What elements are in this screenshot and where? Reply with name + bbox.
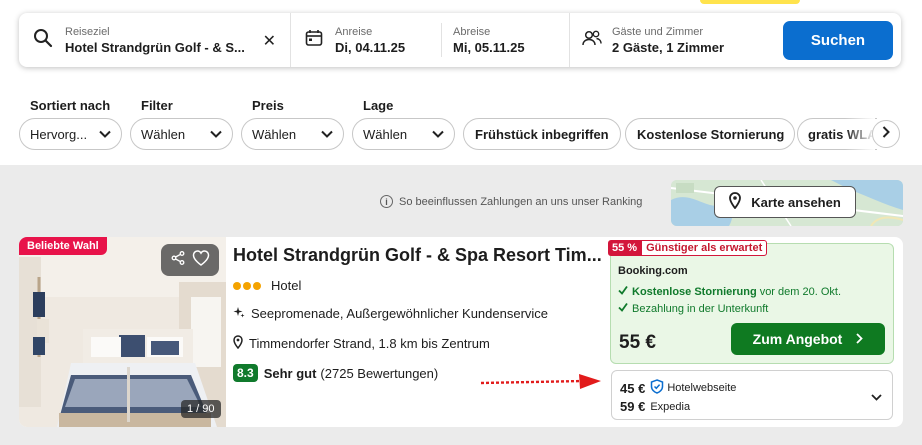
chevron-right-icon [842,331,864,347]
price-value: Wählen [252,126,297,142]
cancellation-bold: Kostenlose Stornierung [632,285,757,298]
calendar-icon [305,29,323,52]
guests-label: Gäste und Zimmer [612,25,704,38]
checkout-field[interactable]: Abreise Mi, 05.11.25 [442,13,570,67]
checkin-label: Anreise [335,25,373,38]
checkin-field[interactable]: Anreise Di, 04.11.25 [291,13,441,67]
chevron-down-icon [99,130,111,138]
hotel-card[interactable]: Beliebte Wahl 1 / 90 Hotel Strandgrün Go… [19,237,903,427]
hotel-location: Timmendorfer Strand, 1.8 km bis Zentrum [233,335,490,352]
deal-price: 55 € [619,332,656,353]
alternative-offers[interactable]: 45 € Hotelwebseite 59 € Expedia [611,370,893,420]
ranking-note[interactable]: i So beeinflussen Zahlungen an uns unser… [380,195,642,208]
rating-score: 8.3 [233,364,258,382]
search-button[interactable]: Suchen [783,21,893,60]
checkmark-icon [618,302,628,315]
chip-free-cancellation[interactable]: Kostenlose Stornierung [625,118,795,150]
view-deal-button[interactable]: Zum Angebot [731,323,885,355]
payment-line: Bezahlung in der Unterkunft [618,302,768,315]
star-dot [233,281,241,290]
alt-offer-price: 45 € [620,380,646,396]
location-pin-icon [233,335,249,352]
payment-text: Bezahlung in der Unterkunft [632,302,769,315]
hotel-features-text: Seepromenade, Außergewöhnlicher Kundense… [251,306,549,321]
guests-icon [582,29,602,52]
search-icon [33,28,53,53]
clear-icon[interactable]: ✕ [263,31,276,51]
map-view-button[interactable]: Karte ansehen [714,186,856,218]
info-icon: i [380,195,393,208]
location-label: Lage [363,98,394,113]
star-dot [253,281,261,290]
checkout-value[interactable]: Mi, 05.11.25 [453,39,525,56]
destination-label: Reiseziel [65,25,110,38]
guests-value[interactable]: 2 Gäste, 1 Zimmer [612,39,724,56]
heart-icon[interactable] [192,249,210,271]
share-icon[interactable] [171,250,185,270]
promo-strip [700,0,800,4]
checkin-value[interactable]: Di, 04.11.25 [335,39,405,56]
hotel-type: Hotel [271,278,302,293]
free-cancellation-line: Kostenlose Stornierung vor dem 20. Okt. [618,285,841,298]
view-deal-label: Zum Angebot [752,331,843,347]
deal-provider: Booking.com [618,265,688,277]
alt-offer-row[interactable]: 59 € Expedia [620,399,690,414]
alt-offer-source: Expedia [650,400,691,413]
sort-label: Sortiert nach [30,98,111,113]
sort-value: Hervorg... [30,126,88,142]
chips-next-button[interactable] [872,120,900,148]
hotel-location-text: Timmendorfer Strand, 1.8 km bis Zentrum [249,336,490,351]
filter-label: Filter [141,98,173,113]
sort-dropdown[interactable]: Hervorg... [19,118,122,150]
guests-field[interactable]: Gäste und Zimmer 2 Gäste, 1 Zimmer [570,13,782,67]
chip-breakfast[interactable]: Frühstück inbegriffen [463,118,621,150]
checkmark-icon [618,285,628,298]
destination-field[interactable]: Reiseziel Hotel Strandgrün Golf - & S...… [19,13,291,67]
ranking-note-text: So beeinflussen Zahlungen an uns unser R… [399,195,643,208]
chevron-down-icon [210,130,222,138]
chevron-down-icon [432,130,444,138]
search-bar: Reiseziel Hotel Strandgrün Golf - & S...… [19,13,901,67]
deal-badges: 55 % Günstiger als erwartet [608,240,768,256]
cancellation-rest: vor dem 20. Okt. [759,285,841,298]
chevron-right-icon [882,125,890,143]
alt-offer-row[interactable]: 45 € Hotelwebseite [620,379,736,397]
alt-offer-source: Hotelwebseite [667,382,737,394]
chevron-down-icon[interactable] [871,388,882,406]
price-dropdown[interactable]: Wählen [241,118,344,150]
discount-badge: 55 % [608,240,642,256]
chips-fade [845,118,875,150]
annotation-arrow [479,372,603,397]
photo-actions [161,244,219,276]
chevron-down-icon [321,130,333,138]
popular-badge: Beliebte Wahl [19,237,107,255]
hotel-name[interactable]: Hotel Strandgrün Golf - & Spa Resort Tim… [233,245,609,266]
location-pin-icon [729,192,751,212]
hotel-stars: Hotel [233,278,301,293]
location-value: Wählen [363,126,408,142]
star-dot [243,281,251,290]
price-label: Preis [252,98,284,113]
rating-word: Sehr gut [263,365,317,381]
hotel-photo[interactable]: Beliebte Wahl 1 / 90 [19,237,226,427]
destination-value[interactable]: Hotel Strandgrün Golf - & S... [65,39,251,56]
hotel-features: Seepromenade, Außergewöhnlicher Kundense… [233,306,548,321]
best-deal-panel: 55 % Günstiger als erwartet Booking.com … [608,240,894,364]
filter-dropdown[interactable]: Wählen [130,118,233,150]
location-dropdown[interactable]: Wählen [352,118,455,150]
verified-shield-icon [650,379,664,397]
hotel-rating[interactable]: 8.3 Sehr gut (2725 Bewertungen) [233,364,438,382]
deal-tag: Günstiger als erwartet [641,240,768,256]
checkout-label: Abreise [453,25,491,38]
filter-value: Wählen [141,126,186,142]
rating-count: (2725 Bewertungen) [320,365,439,381]
sparkle-icon [233,306,251,321]
alt-offer-price: 59 € [620,399,646,414]
photo-counter: 1 / 90 [181,400,221,418]
map-view-label: Karte ansehen [751,194,841,210]
